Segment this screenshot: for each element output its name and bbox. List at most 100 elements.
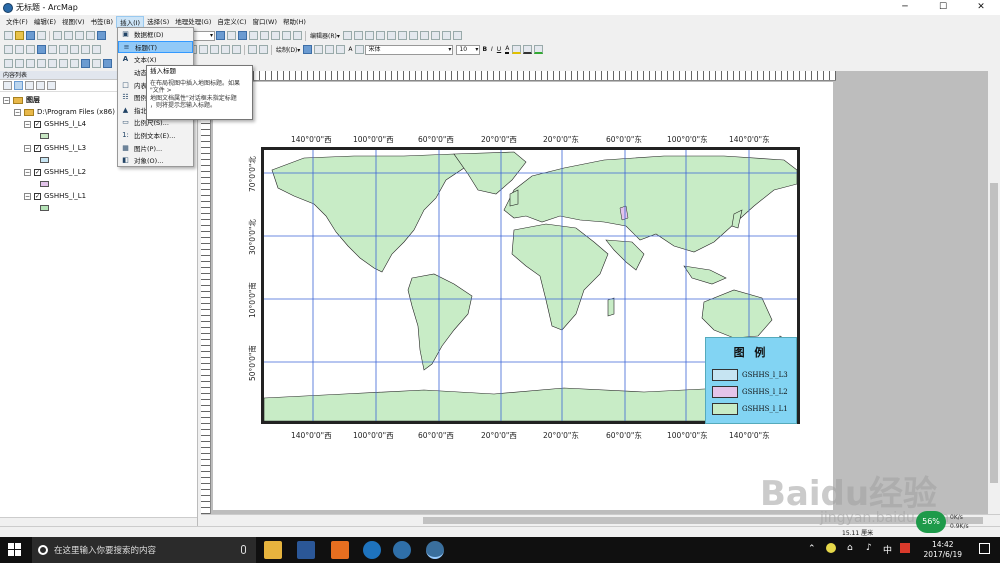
collapse-icon[interactable]: − (14, 108, 21, 116)
rotate-element-icon[interactable] (314, 45, 324, 54)
draw-menu[interactable]: 绘制(D)▾ (276, 45, 300, 54)
layer-swatch[interactable] (40, 157, 49, 163)
layer-visibility-checkbox[interactable]: ✓ (34, 168, 41, 176)
file-explorer-icon[interactable] (264, 541, 282, 559)
bold-button[interactable]: B (482, 46, 487, 53)
layer-swatch[interactable] (40, 205, 49, 211)
font-name-combo[interactable]: 宋体 (365, 44, 454, 55)
collapse-icon[interactable]: − (24, 144, 31, 152)
underline-button[interactable]: U (497, 46, 501, 53)
menu-view[interactable]: 视图(V) (59, 16, 88, 28)
arctoolbox-icon[interactable] (271, 31, 280, 40)
hyperlink-icon[interactable] (59, 59, 68, 68)
open-icon[interactable] (15, 31, 24, 40)
toggle-draft-icon[interactable] (248, 45, 257, 54)
editor-menu[interactable]: 编辑器(R)▾ (310, 31, 340, 40)
save-icon[interactable] (26, 31, 35, 40)
full-extent-icon[interactable] (37, 45, 46, 54)
find-icon[interactable] (15, 59, 24, 68)
fixed-zoom-out-icon[interactable] (59, 45, 68, 54)
layout-100-icon[interactable] (210, 45, 219, 54)
measure-icon[interactable] (48, 59, 57, 68)
windows-start-icon[interactable] (8, 543, 22, 557)
viewer-icon[interactable] (92, 59, 101, 68)
forward-icon[interactable] (81, 45, 90, 54)
tray-app-icon[interactable] (826, 543, 836, 553)
copy-icon[interactable] (64, 31, 73, 40)
layout-fixed-in-icon[interactable] (221, 45, 230, 54)
trace-icon[interactable] (386, 31, 396, 40)
menu-geoprocessing[interactable]: 地理处理(G) (172, 16, 214, 28)
split-icon[interactable] (408, 31, 418, 40)
html-popup-icon[interactable] (70, 59, 79, 68)
map-legend[interactable]: 图 例 GSHHS_l_L3 GSHHS_l_L2 GSHHS_l_L1 (705, 337, 797, 424)
tray-chevron-icon[interactable]: ⌃ (808, 544, 816, 554)
minimize-button[interactable]: ─ (886, 0, 924, 15)
editor-toolbar-icon[interactable] (227, 31, 236, 40)
arcmap-taskbar-icon[interactable] (426, 541, 444, 559)
undo-icon[interactable] (97, 31, 106, 40)
sketch-icon[interactable] (353, 31, 363, 40)
collapse-icon[interactable]: − (24, 192, 31, 200)
close-button[interactable]: ✕ (962, 0, 1000, 15)
word-icon[interactable] (297, 541, 315, 559)
ime-indicator[interactable]: 中 (883, 543, 892, 556)
layout-vertical-scrollbar[interactable] (988, 71, 1000, 514)
print-icon[interactable] (37, 31, 46, 40)
arc-segment-icon[interactable] (375, 31, 385, 40)
rotate-icon[interactable] (419, 31, 429, 40)
identify-icon[interactable] (4, 59, 13, 68)
scroll-thumb[interactable] (990, 183, 998, 483)
edit-tool-icon[interactable] (342, 31, 352, 40)
attributes-icon[interactable] (430, 31, 440, 40)
menu-item-title[interactable]: ≡ 标题(T) (118, 40, 193, 54)
taskbar-clock[interactable]: 14:42 2017/6/19 (924, 540, 962, 560)
layout-zoom-whole-icon[interactable] (199, 45, 208, 54)
select-elements-icon[interactable] (303, 45, 313, 54)
point-icon[interactable] (397, 31, 407, 40)
menu-customize[interactable]: 自定义(C) (214, 16, 249, 28)
menu-item-scale-text[interactable]: 1: 比例文本(E)... (118, 129, 193, 142)
layer-swatch[interactable] (40, 181, 49, 187)
menu-item-object[interactable]: ◧ 对象(O)... (118, 154, 193, 167)
menu-file[interactable]: 文件(F) (3, 16, 31, 28)
ie-icon[interactable] (363, 541, 381, 559)
layer-row[interactable]: − ✓ GSHHS_l_L2 (0, 166, 197, 178)
menu-item-data-frame[interactable]: ▣ 数据框(D) (118, 28, 193, 41)
toc-icon[interactable] (238, 31, 247, 40)
zoom-out-icon[interactable] (15, 45, 24, 54)
create-features-icon[interactable] (452, 31, 462, 40)
menu-insert[interactable]: 插入(I) (116, 15, 145, 28)
paste-icon[interactable] (75, 31, 84, 40)
menu-help[interactable]: 帮助(H) (280, 16, 309, 28)
swipe-icon[interactable] (103, 59, 112, 68)
menu-bookmarks[interactable]: 书签(B) (88, 16, 117, 28)
callout-icon[interactable] (355, 45, 365, 54)
collapse-icon[interactable]: − (3, 96, 10, 104)
fill-color-icon[interactable] (512, 45, 522, 54)
goto-xy-icon[interactable] (37, 59, 46, 68)
menu-selection[interactable]: 选择(S) (144, 16, 172, 28)
globe-app-icon[interactable] (393, 541, 411, 559)
list-by-drawing-order-icon[interactable] (3, 81, 12, 90)
search-window-icon[interactable] (260, 31, 269, 40)
catalog-icon[interactable] (249, 31, 258, 40)
marker-color-icon[interactable] (534, 45, 544, 54)
list-by-source-icon[interactable] (14, 81, 23, 90)
layer-visibility-checkbox[interactable]: ✓ (34, 144, 41, 152)
select-features-icon[interactable] (92, 45, 101, 54)
back-icon[interactable] (70, 45, 79, 54)
new-icon[interactable] (4, 31, 13, 40)
font-color-button[interactable]: A (505, 45, 510, 54)
layer-row[interactable]: − ✓ GSHHS_l_L1 (0, 190, 197, 202)
italic-button[interactable]: I (491, 46, 493, 53)
layout-icon[interactable] (216, 31, 225, 40)
toc-horizontal-scrollbar[interactable] (0, 517, 197, 526)
network-widget[interactable]: 56% (916, 511, 946, 533)
text-tool[interactable]: A (348, 46, 352, 53)
taskbar-search[interactable]: 在这里输入你要搜索的内容 (32, 537, 256, 563)
straight-segment-icon[interactable] (364, 31, 374, 40)
collapse-icon[interactable]: − (24, 120, 31, 128)
layout-fixed-out-icon[interactable] (232, 45, 241, 54)
zoom-in-icon[interactable] (4, 45, 13, 54)
